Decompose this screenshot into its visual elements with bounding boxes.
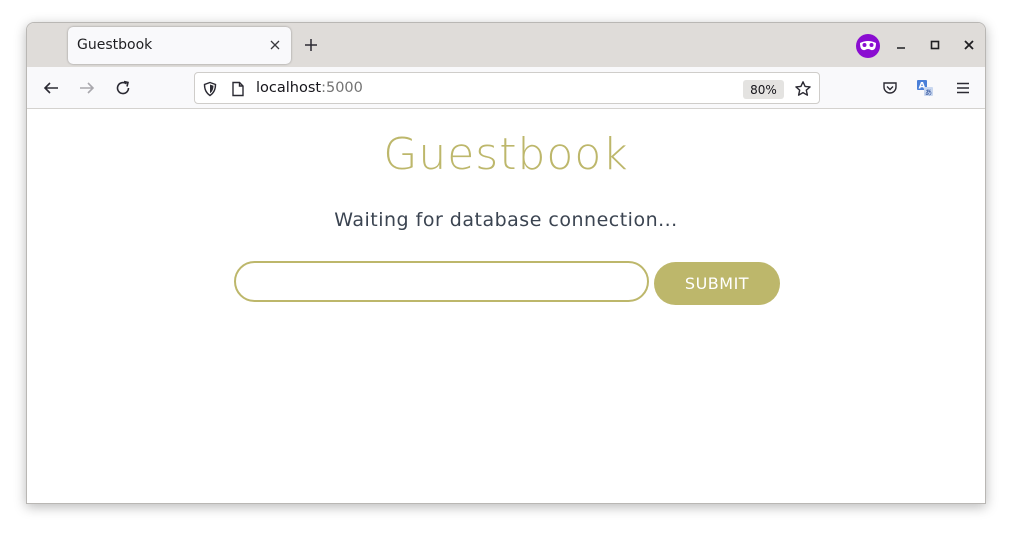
hamburger-menu-icon[interactable] [952,77,974,99]
tab-guestbook[interactable]: Guestbook [68,27,291,64]
guestbook-entry-input[interactable] [234,261,649,302]
close-window-icon[interactable] [959,35,979,55]
forward-icon[interactable] [76,77,98,99]
address-bar[interactable]: localhost:5000 80% [194,72,820,104]
pocket-icon[interactable] [879,77,901,99]
translate-icon[interactable]: Aあ [914,77,936,99]
url-host: localhost [256,80,322,96]
page-icon[interactable] [229,80,247,98]
private-browsing-mask-icon[interactable] [856,34,880,58]
minimize-icon[interactable] [891,35,911,55]
new-tab-icon[interactable] [301,35,321,55]
page-title: Guestbook [383,129,629,180]
url-port: :5000 [321,80,363,96]
tab-title: Guestbook [77,37,153,53]
back-icon[interactable] [40,77,62,99]
page-content: Guestbook Waiting for database connectio… [27,109,985,503]
navigation-toolbar: localhost:5000 80% Aあ [27,67,985,109]
svg-text:あ: あ [925,89,932,97]
tab-strip: Guestbook [27,23,985,67]
star-icon[interactable] [794,80,812,98]
maximize-icon[interactable] [925,35,945,55]
reload-icon[interactable] [112,77,134,99]
submit-button[interactable]: SUBMIT [654,262,780,305]
url-text[interactable]: localhost:5000 [256,80,363,96]
status-message: Waiting for database connection... [334,209,678,231]
browser-window: Guestbook localhost:5000 80% A あ Guestbo… [26,22,986,504]
close-tab-icon[interactable] [267,37,283,53]
zoom-level-badge[interactable]: 80% [743,80,784,99]
tracking-shield-icon[interactable] [201,80,219,98]
